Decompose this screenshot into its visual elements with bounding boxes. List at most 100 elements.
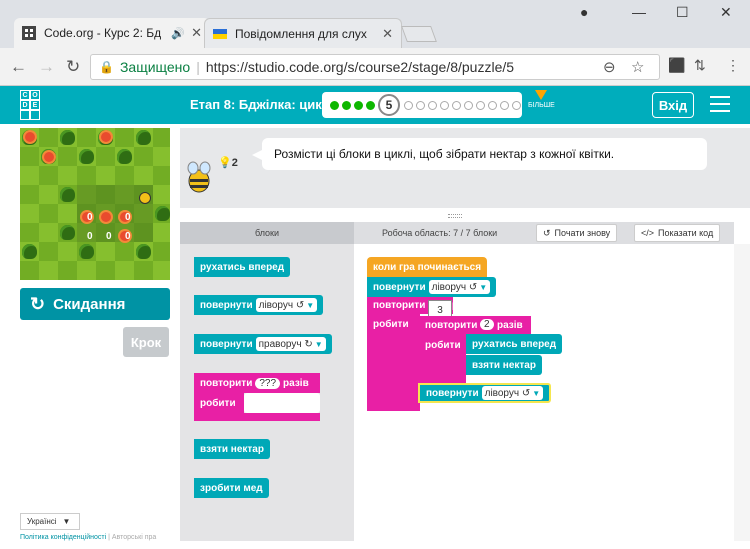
toolbox-turn-right-block[interactable]: повернути праворуч ↻ ▼ [194, 334, 332, 354]
forward-icon[interactable]: → [38, 57, 55, 77]
logo-letter: C [20, 90, 30, 100]
reset-label: Скидання [53, 295, 126, 313]
current-level-bubble[interactable]: 5 [378, 94, 400, 116]
inner-repeat-count[interactable]: 2 [480, 319, 494, 330]
site-header: C O D E Етап 8: Бджілка: цикли 5 БІЛЬШЕ … [0, 86, 750, 124]
tab-messages[interactable]: Повідомлення для слух ✕ [204, 18, 402, 48]
secure-label: Защищено [119, 59, 191, 75]
translate-extension-icon[interactable]: ⇅ [694, 57, 706, 74]
footer-separator: | [108, 534, 110, 541]
signin-button[interactable]: Вхід [652, 92, 694, 118]
repeat-slot [244, 393, 320, 413]
maximize-icon[interactable]: ☐ [676, 4, 689, 21]
tree-icon [155, 206, 170, 221]
zoom-icon[interactable]: ⊖ [603, 58, 616, 76]
url-field[interactable]: 🔒 Защищено | https://studio.code.org/s/c… [90, 54, 660, 80]
lightbulb-icon: 💡 [218, 157, 232, 169]
workspace-block-count: Робоча область: 7 / 7 блоки [382, 228, 498, 238]
language-select[interactable]: Українсі ▼ [20, 513, 80, 530]
reload-icon[interactable]: ↻ [66, 57, 80, 77]
level-dot[interactable] [500, 100, 509, 110]
block-label: повторити [200, 377, 253, 389]
pdf-extension-icon[interactable]: ⬛ [668, 57, 685, 74]
codeorg-favicon-icon [22, 26, 36, 40]
restart-icon: ↺ [543, 227, 551, 238]
level-dot[interactable] [464, 100, 473, 110]
stage-title: Етап 8: Бджілка: цикли [190, 97, 339, 112]
language-value: Українсі [27, 517, 57, 526]
show-code-button[interactable]: </> Показати код [634, 224, 721, 242]
level-dot[interactable] [440, 100, 449, 110]
step-button[interactable]: Крок [123, 327, 169, 357]
restart-label: Почати знову [554, 228, 611, 238]
level-dot-complete[interactable] [354, 100, 363, 110]
level-dot-complete[interactable] [330, 100, 339, 110]
minimize-icon[interactable]: — [632, 4, 646, 20]
level-dot[interactable] [452, 100, 461, 110]
repeat-header: повторити ??? разів [194, 373, 320, 393]
resize-grip[interactable] [448, 214, 462, 218]
toolbox-make-honey-block[interactable]: зробити мед [194, 478, 269, 498]
turn-left-block-selected[interactable]: повернути ліворуч ↺ ▼ [418, 383, 552, 403]
block-label: разів [283, 377, 309, 389]
copyright-link[interactable]: Авторські пра [112, 534, 156, 541]
toolbox-get-nectar-block[interactable]: взяти нектар [194, 439, 270, 459]
tree-icon [79, 244, 94, 259]
block-label: разів [497, 320, 523, 331]
turn-left-block[interactable]: повернути ліворуч ↺ ▼ [367, 277, 497, 297]
level-dot[interactable] [488, 100, 497, 110]
logo-letter: O [30, 90, 40, 100]
level-dot[interactable] [416, 100, 425, 110]
level-dot[interactable] [428, 100, 437, 110]
hamburger-menu-icon[interactable] [710, 96, 730, 112]
tree-icon [117, 149, 132, 164]
close-window-icon[interactable]: ✕ [720, 4, 732, 21]
restart-button[interactable]: ↺ Почати знову [536, 224, 618, 242]
level-dot[interactable] [404, 100, 413, 110]
codeorg-logo[interactable]: C O D E [20, 90, 40, 120]
level-dot[interactable] [476, 100, 485, 110]
repeat-footer [194, 413, 320, 421]
tree-icon [60, 130, 75, 145]
repeat-count[interactable]: ??? [255, 377, 281, 389]
direction-dropdown[interactable]: ліворуч ↺ ▼ [255, 298, 318, 312]
toolbox-turn-left-block[interactable]: повернути ліворуч ↺ ▼ [194, 295, 324, 315]
back-icon[interactable]: ← [10, 57, 27, 77]
logo-letter [30, 110, 40, 120]
when-run-block[interactable]: коли гра починається [367, 257, 488, 277]
get-nectar-block[interactable]: взяти нектар [466, 355, 542, 375]
new-tab-button[interactable] [401, 26, 437, 42]
toolbox-repeat-block[interactable]: повторити ??? разів робити [194, 373, 320, 421]
tree-icon [22, 244, 37, 259]
lock-icon: 🔒 [99, 60, 114, 74]
privacy-link[interactable]: Політика конфіденційності [20, 534, 106, 541]
tree-icon [136, 244, 151, 259]
move-forward-block[interactable]: рухатись вперед [466, 334, 563, 354]
more-levels-button[interactable]: БІЛЬШЕ [528, 90, 555, 109]
level-dot-complete[interactable] [366, 100, 375, 110]
reset-button[interactable]: ↻ Скидання [20, 288, 170, 320]
block-label: повторити [373, 300, 426, 311]
dropdown-value: ліворуч ↺ [431, 281, 478, 293]
level-dot[interactable] [512, 100, 521, 110]
browser-menu-icon[interactable]: ⋮ [726, 57, 740, 74]
dropdown-value: ліворуч ↺ [258, 299, 305, 311]
profile-icon[interactable]: ● [580, 4, 588, 20]
level-dot-complete[interactable] [342, 100, 351, 110]
tab-close-icon[interactable]: ✕ [382, 26, 393, 42]
workspace-scrollbar[interactable] [734, 244, 750, 541]
dropdown-arrow-icon: ▼ [306, 300, 315, 310]
speaker-icon: 🔊 [171, 27, 186, 40]
direction-dropdown[interactable]: ліворуч ↺ ▼ [481, 386, 544, 400]
bookmark-star-icon[interactable]: ☆ [631, 58, 644, 76]
toolbox-move-forward-block[interactable]: рухатись вперед [194, 257, 291, 277]
direction-dropdown[interactable]: ліворуч ↺ ▼ [428, 280, 491, 294]
block-label: повернути [200, 299, 253, 311]
direction-dropdown[interactable]: праворуч ↻ ▼ [255, 337, 326, 351]
dropdown-arrow-icon: ▼ [314, 339, 323, 349]
tab-codeorg[interactable]: Code.org - Курс 2: Бд 🔊 ✕ [14, 18, 210, 48]
tab-title: Code.org - Курс 2: Бд [44, 26, 162, 40]
hint-lightbulb[interactable]: 💡2 [218, 156, 238, 169]
flag-favicon-icon [213, 28, 227, 39]
tab-close-icon[interactable]: ✕ [191, 25, 202, 41]
